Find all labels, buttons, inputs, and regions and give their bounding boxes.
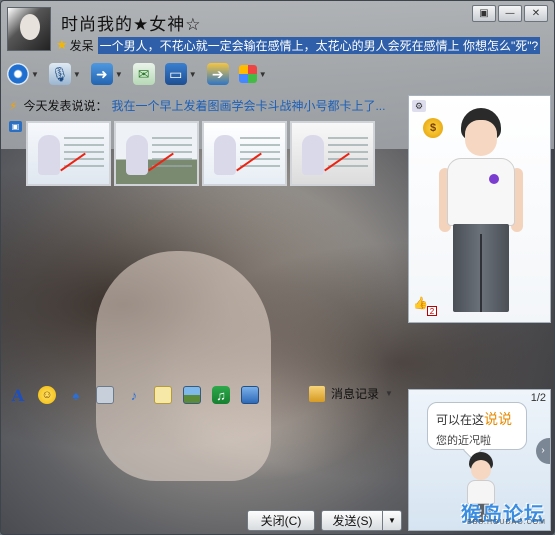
ad-next-button[interactable]: › [536,438,550,464]
microphone-icon: 🎙 [48,63,71,85]
show-settings-icon[interactable]: ⚙ [412,100,426,112]
ad-page-indicator: 1/2 [530,392,546,404]
font-icon[interactable]: A [9,386,27,405]
sms-message-icon: ✉ [132,63,155,85]
video-clip-icon[interactable] [96,386,114,404]
apps-grid-icon [238,65,257,83]
share-arrow-icon: ➔ [206,63,229,85]
bubble-prefix: 可以在这 [436,413,485,427]
status-text: 发呆 [69,38,94,53]
apps-button[interactable]: ▼ [238,65,267,83]
thumbnail-figure [214,135,236,175]
close-button[interactable]: 关闭(C) [247,510,315,531]
chevron-down-icon[interactable]: ▼ [259,70,267,79]
today-status-row: ⚡ 今天发表说说： 我在一个早上发着图画学会卡斗战神小号都卡上了... [9,97,385,114]
ad-character-face [471,460,491,480]
thumbnail-figure [302,135,324,175]
contact-signature[interactable]: 一个男人，不花心就一定会输在感情上，太花心的男人会死在感情上 你想怎么"死"? [97,36,541,54]
input-toolbar: A ☺ ♠ ♪ ♫ [9,385,270,405]
chevron-down-icon[interactable]: ▼ [73,70,81,79]
webcam-icon [7,63,29,85]
send-file-button[interactable]: ➜ ▼ [90,63,123,85]
chat-window: 时尚我的★女神☆ ★ 发呆 一个男人，不花心就一定会输在感情上，太花心的男人会死… [0,0,555,535]
contact-nickname: 时尚我的★女神☆ [61,15,202,35]
thumbnail-figure [38,135,60,175]
chevron-down-icon[interactable]: ▼ [115,70,123,79]
chevron-down-icon[interactable]: ▼ [385,389,393,398]
send-button[interactable]: 发送(S) [321,510,383,531]
message-history-label: 消息记录 [331,387,380,401]
bubble-line-2: 您的近况啦 [436,435,491,447]
voice-call-button[interactable]: 🎙 ▼ [48,63,81,85]
dropdown-menu-icon[interactable]: ▣ [472,5,496,22]
avatar-face [20,14,40,40]
music-icon[interactable]: ♫ [212,386,230,404]
message-history-button[interactable]: 消息记录 ▼ [309,385,393,402]
avatar-show-panel[interactable]: ⚙ $ 👍 2 [408,95,551,323]
bubble-line-1: 可以在这说说 [436,409,518,429]
photo-thumbnail[interactable] [202,121,287,186]
signature-row: ★ 发呆 一个男人，不花心就一定会输在感情上，太花心的男人会死在感情上 你想怎么… [56,36,541,54]
bubble-highlight: 说说 [484,411,513,427]
thumbs-up-icon[interactable]: 👍 [413,296,428,310]
shirt-logo [489,174,499,184]
remote-assist-button[interactable]: ▭ ▼ [164,63,197,85]
screenshot-icon[interactable] [241,386,259,404]
star-icon: ★ [56,37,68,52]
photo-thumbnail[interactable] [290,121,375,186]
chevron-down-icon[interactable]: ▼ [31,70,39,79]
thumbnail-figure [126,135,148,175]
chevron-down-icon[interactable]: ▼ [189,70,197,79]
video-call-button[interactable]: ▼ [7,63,39,85]
window-controls: ▣ — ✕ [470,5,548,22]
message-input[interactable] [3,406,406,504]
level-badge: 2 [427,306,437,316]
lightning-icon: ⚡ [9,98,18,113]
note-icon[interactable] [154,386,172,404]
send-sms-button[interactable]: ✉ [132,63,155,85]
avatar-character [439,106,524,318]
voice-message-icon[interactable]: ♪ [125,386,143,404]
close-window-button[interactable]: ✕ [524,5,548,22]
history-icon [309,385,325,402]
character-pants [453,224,509,312]
folder-transfer-icon: ➜ [90,63,113,85]
minimize-button[interactable]: — [498,5,522,22]
photo-thumbnail[interactable] [26,121,111,186]
emoticon-icon[interactable]: ☺ [38,386,56,404]
magic-expression-icon[interactable]: ♠ [67,386,85,404]
main-toolbar: ▼ 🎙 ▼ ➜ ▼ ✉ ▭ ▼ ➔ ▼ [7,59,277,89]
character-face [465,120,497,156]
today-status-link[interactable]: 我在一个早上发着图画学会卡斗战神小号都卡上了... [111,97,385,114]
photo-thumbnail[interactable] [114,121,199,186]
photo-thumbnails [26,121,378,186]
character-shirt [447,158,515,226]
send-options-button[interactable]: ▼ [382,510,402,531]
photo-album-icon[interactable]: ▣ [9,121,22,132]
bottom-bar: 关闭(C) 发送(S) ▼ [1,507,407,534]
picture-icon[interactable] [183,386,201,404]
ad-panel[interactable]: 1/2 可以在这说说 您的近况啦 › 猴岛论坛 BBS.HOUDAO.COM [408,389,551,531]
share-button[interactable]: ➔ [206,63,229,85]
speech-bubble: 可以在这说说 您的近况啦 [427,402,527,450]
contact-avatar[interactable] [7,7,51,51]
forum-watermark-url: BBS.HOUDAO.COM [467,519,546,526]
today-status-label: 今天发表说说： [23,99,108,113]
monitor-icon: ▭ [164,63,187,85]
